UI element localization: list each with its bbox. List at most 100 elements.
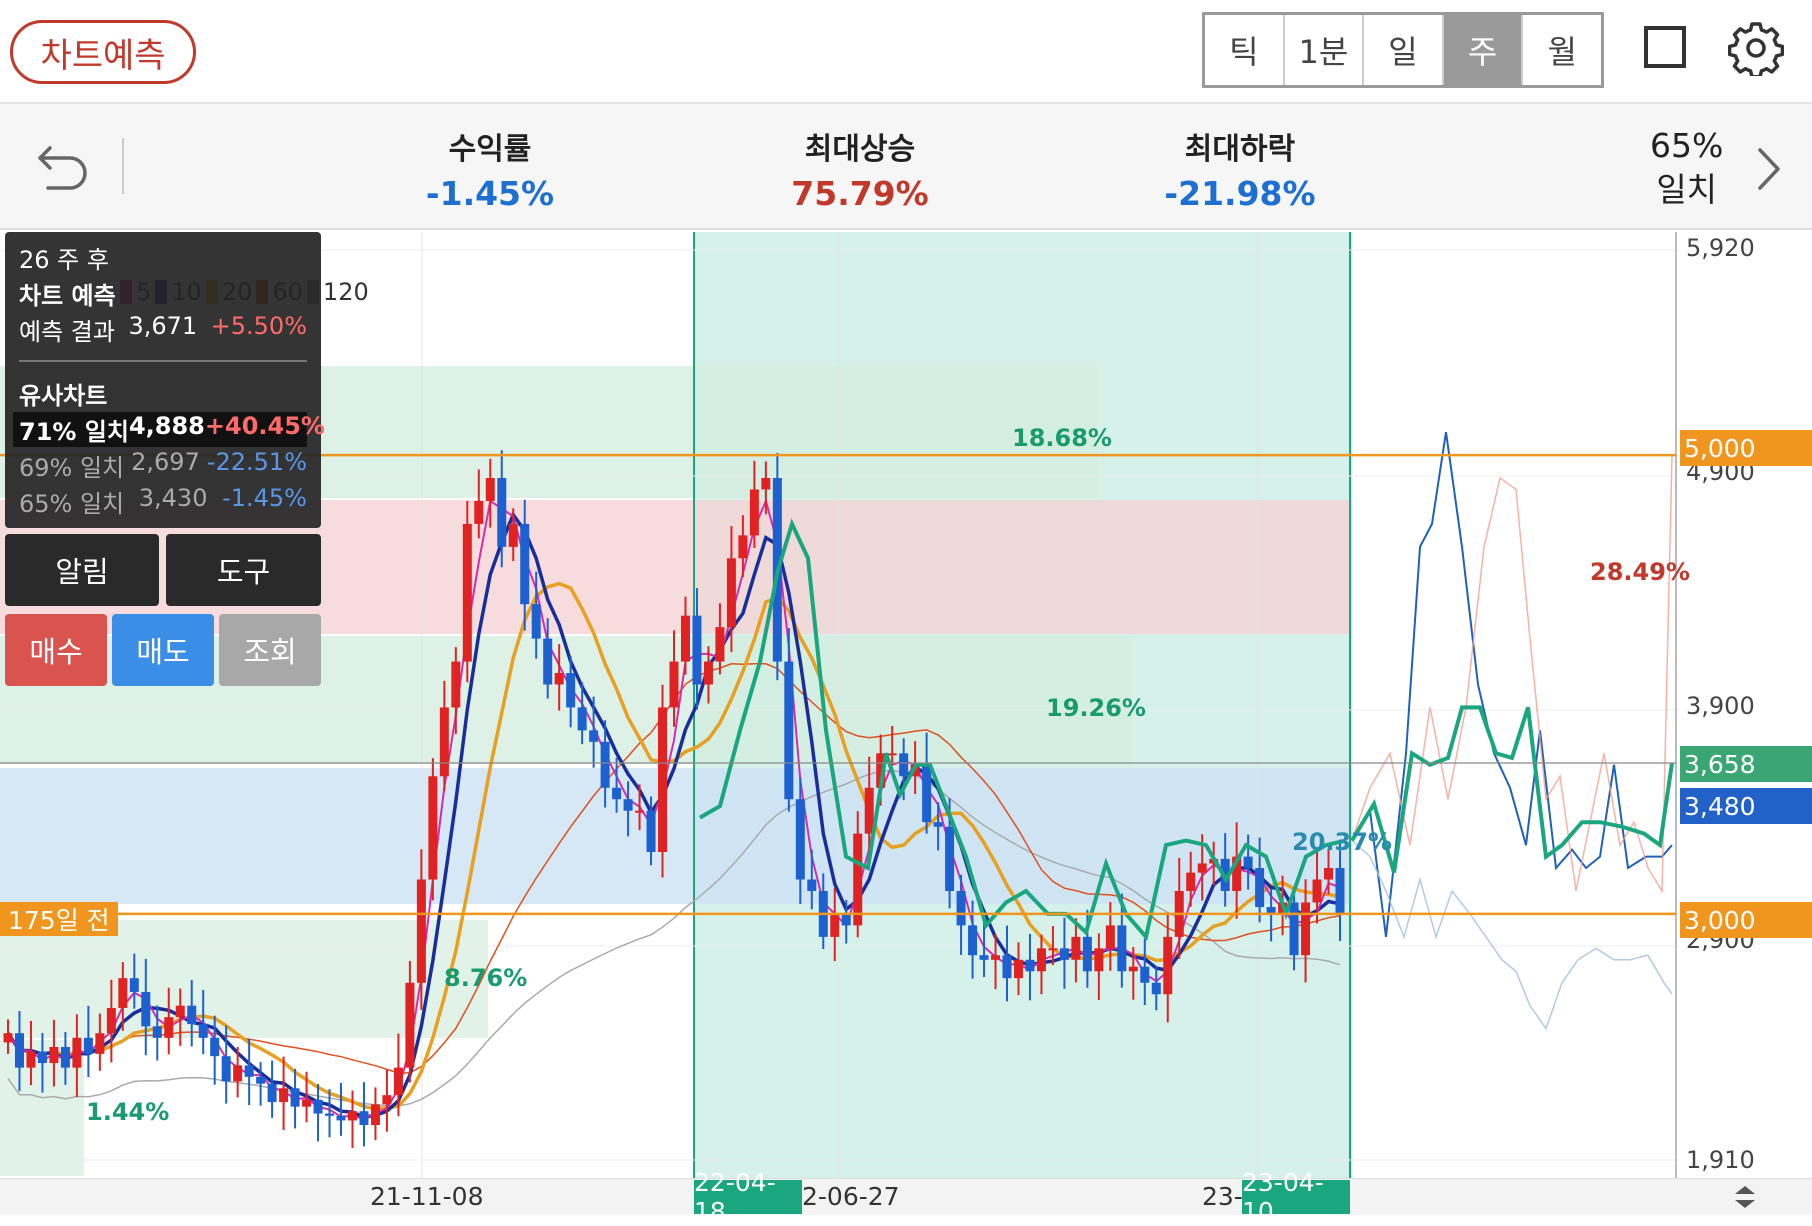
candle-body [830, 913, 840, 937]
similar-match: 69% 일치 [19, 454, 125, 482]
top-bar: 차트예측 틱 1분 일 주 월 [0, 0, 1812, 100]
divider [19, 360, 307, 362]
candle-body [1048, 948, 1058, 951]
candle-body [669, 661, 679, 708]
candle-body [152, 1026, 162, 1038]
max-fall-stat: 최대하락 -21.98% [1150, 124, 1330, 213]
candle-body [1025, 959, 1035, 972]
candle-body [26, 1051, 36, 1068]
candle-body [1243, 856, 1253, 869]
candle-body [60, 1046, 70, 1068]
price-badge-predict: 3,480 [1680, 788, 1812, 824]
candle-body [428, 776, 438, 880]
tab-day[interactable]: 일 [1364, 15, 1444, 85]
tools-button[interactable]: 도구 [166, 534, 321, 606]
similar-row[interactable]: 65% 일치 3,430 -1.45% [19, 484, 307, 519]
buy-button[interactable]: 매수 [5, 614, 107, 686]
candle-body [302, 1099, 312, 1107]
alarm-button[interactable]: 알림 [5, 534, 159, 606]
tab-month[interactable]: 월 [1523, 15, 1601, 85]
period-selector: 틱 1분 일 주 월 [1202, 12, 1604, 88]
candle-body [49, 1046, 59, 1064]
candle-body [370, 1104, 380, 1125]
similar-change: +40.45% [204, 412, 325, 440]
x-tick-label: 21-11-08 [370, 1182, 484, 1211]
tab-1min[interactable]: 1분 [1285, 15, 1365, 85]
stats-bar: 수익률 -1.45% 최대상승 75.79% 최대하락 -21.98% 65% … [0, 102, 1812, 230]
candle-body [129, 978, 139, 992]
chart-predict-button[interactable]: 차트예측 [10, 20, 196, 84]
similar-match: 65% 일치 [19, 490, 125, 518]
tab-tick[interactable]: 틱 [1205, 15, 1285, 85]
candle-body [853, 833, 863, 926]
similar-row[interactable]: 71% 일치 4,888 +40.45% [13, 412, 325, 447]
projection-line-c [1351, 839, 1673, 1031]
undo-icon[interactable] [36, 142, 90, 192]
tab-week[interactable]: 주 [1443, 15, 1524, 85]
candle-body [807, 879, 817, 891]
candle-body [279, 1088, 289, 1103]
pattern-pct-label: 8.76% [444, 964, 528, 992]
sell-button[interactable]: 매도 [112, 614, 214, 686]
candle-body [1105, 925, 1115, 949]
candle-body [1312, 879, 1322, 903]
gear-icon[interactable] [1728, 20, 1784, 76]
candle-body [1289, 902, 1299, 956]
fullscreen-icon[interactable] [1644, 26, 1686, 68]
return-stat: 수익률 -1.45% [410, 124, 570, 213]
max-rise-value: 75.79% [791, 174, 929, 213]
candle-body [313, 1099, 323, 1114]
candle-body [612, 787, 622, 800]
pattern-end-date-badge: 23-04-10 [1242, 1168, 1350, 1226]
weeks-after: 26 주 후 [19, 240, 307, 275]
chevron-right-icon[interactable] [1754, 144, 1784, 194]
similar-change: -1.45% [222, 484, 307, 512]
projection-line-a [1351, 431, 1673, 938]
candle-body [520, 523, 530, 605]
similar-row[interactable]: 69% 일치 2,697 -22.51% [19, 448, 307, 483]
days-before-badge: 175일 전 [0, 902, 118, 936]
candle-body [175, 1005, 185, 1018]
candle-body [715, 627, 725, 662]
candle-body [1301, 902, 1311, 956]
inquiry-button[interactable]: 조회 [219, 614, 321, 686]
candle-body [347, 1111, 357, 1121]
match-indicator: 65% 일치 [1650, 124, 1723, 212]
candle-body [600, 741, 610, 788]
divider [122, 138, 124, 194]
candle-body [531, 604, 541, 639]
candle-body [1151, 982, 1161, 995]
candle-body [256, 1076, 266, 1084]
candle-body [692, 615, 702, 685]
prediction-line [1350, 705, 1674, 874]
candle-body [164, 1017, 174, 1038]
candle-body [841, 913, 851, 926]
candle-body [922, 764, 932, 823]
price-badge-current: 3,658 [1680, 746, 1812, 782]
similar-title-text: 유사차트 [19, 382, 108, 410]
candle-body [899, 753, 909, 777]
candle-body [485, 478, 495, 501]
candle-body [95, 1033, 105, 1054]
similar-match: 71% 일치 [19, 418, 129, 446]
resize-handle-icon[interactable] [1730, 1182, 1760, 1212]
candle-body [221, 1056, 231, 1082]
candle-body [83, 1037, 93, 1054]
y-tick-label: 3,900 [1686, 692, 1755, 720]
predict-title: 차트 예측 [19, 276, 307, 311]
candle-body [336, 1115, 346, 1121]
candle-body [106, 1007, 116, 1034]
prediction-rise-label: 28.49% [1590, 558, 1690, 586]
x-tick-label: 2-06-27 [802, 1182, 900, 1211]
candle-body [1059, 948, 1069, 960]
candle-body [738, 535, 748, 559]
max-rise-stat: 최대상승 75.79% [780, 124, 940, 213]
candle-body [761, 478, 771, 490]
similar-price: 4,888 [128, 412, 205, 440]
candle-body [1140, 966, 1150, 983]
similar-price: 2,697 [131, 448, 200, 476]
y-tick-label: 5,920 [1686, 234, 1755, 262]
candle-body [933, 822, 943, 827]
candle-body [1117, 925, 1127, 972]
x-tick-label: 23- [1202, 1182, 1243, 1211]
